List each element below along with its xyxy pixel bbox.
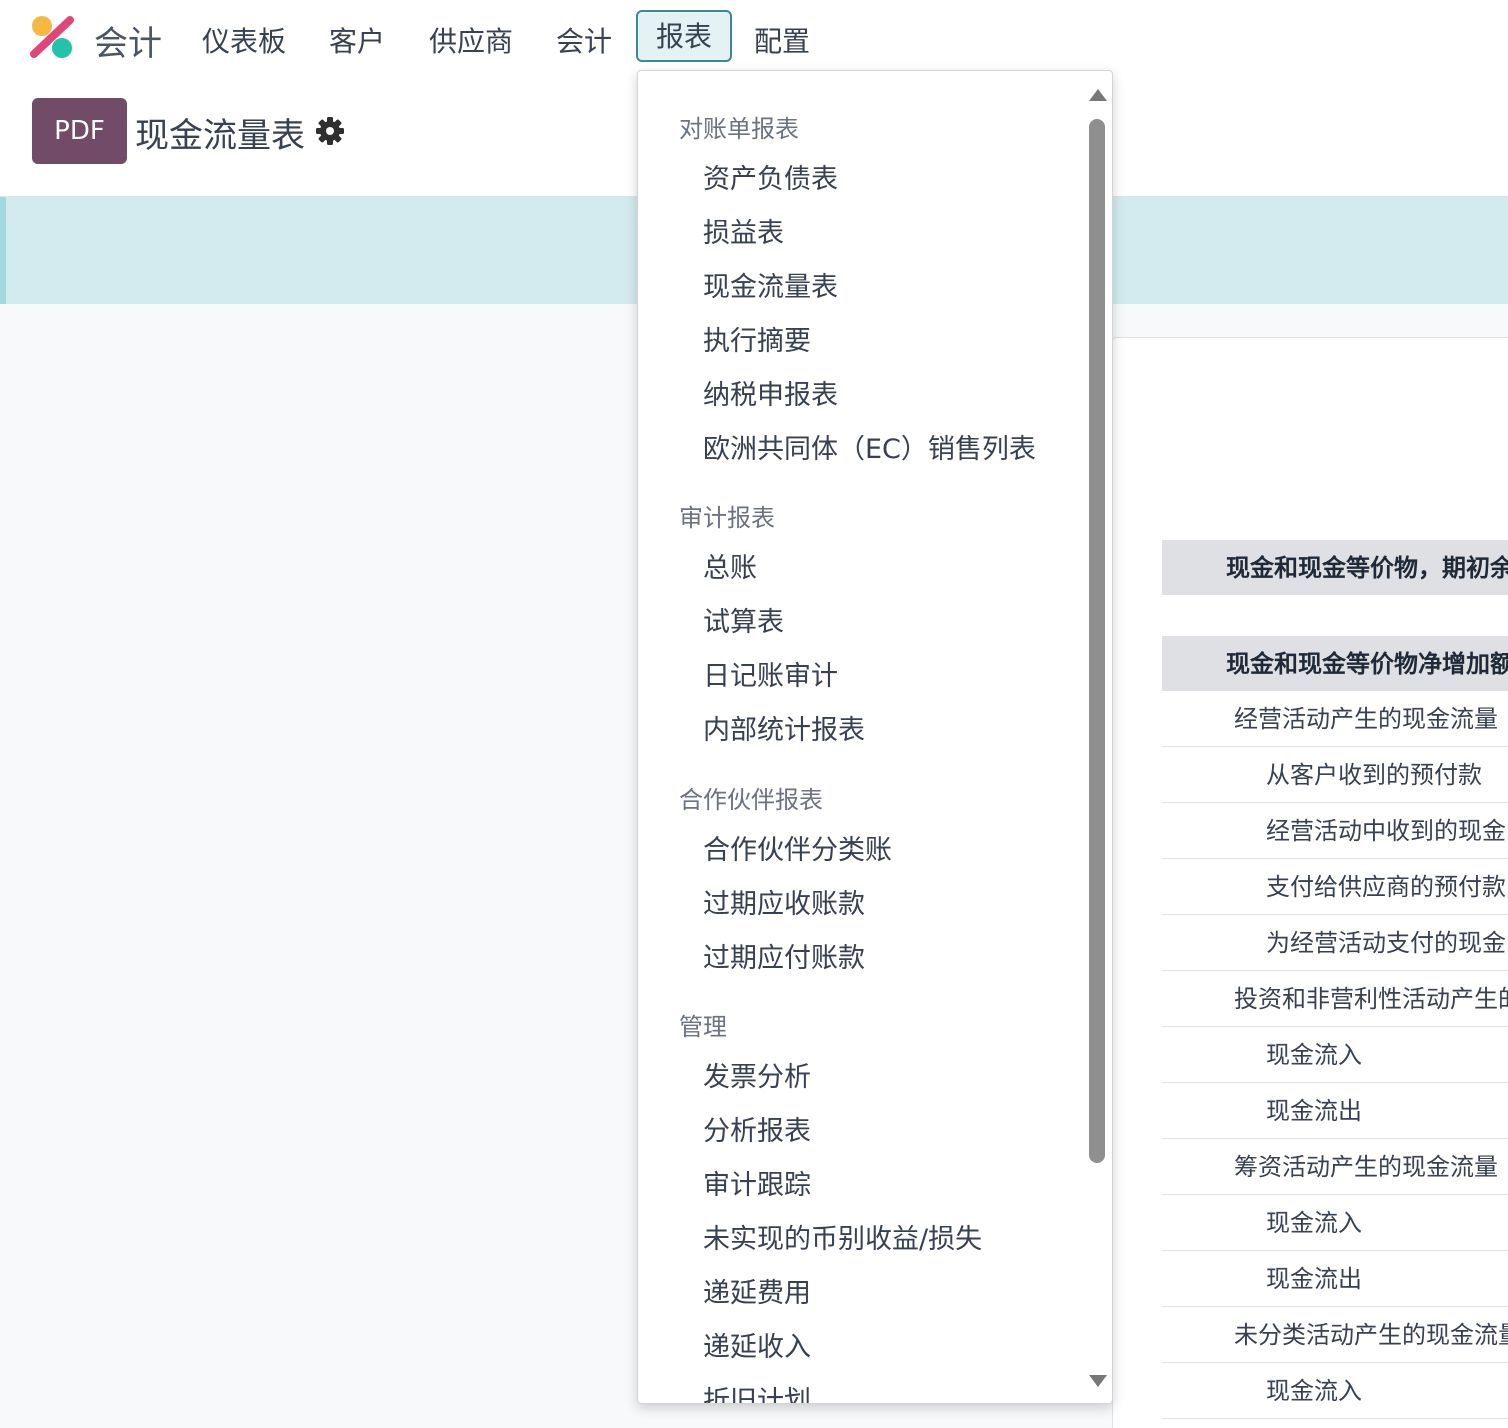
report-row[interactable]: 现金流入	[1162, 1027, 1508, 1083]
report-row-label: 支付给供应商的预付款	[1266, 873, 1506, 901]
report-row-label: 经营活动中收到的现金	[1266, 817, 1506, 845]
menu-dashboard[interactable]: 仪表板	[202, 20, 286, 60]
page-title: 现金流量表	[135, 116, 305, 156]
dropdown-item[interactable]: 过期应付账款	[703, 936, 865, 975]
report-row-label: 未分类活动产生的现金流量	[1234, 1321, 1508, 1349]
scroll-down-arrow-icon[interactable]	[1089, 1375, 1107, 1387]
report-row[interactable]: 经营活动产生的现金流量	[1162, 691, 1508, 747]
dropdown-section-header: 对账单报表	[679, 115, 799, 143]
report-row[interactable]: 现金流出	[1162, 1251, 1508, 1307]
menu-reporting[interactable]: 报表	[636, 10, 733, 62]
report-row-label: 从客户收到的预付款	[1266, 761, 1482, 789]
menu-configuration[interactable]: 配置	[754, 20, 810, 60]
report-row-label: 经营活动产生的现金流量	[1234, 705, 1498, 733]
menu-accounting[interactable]: 会计	[556, 20, 612, 60]
dropdown-item[interactable]: 试算表	[703, 600, 784, 639]
report-row[interactable]: 投资和非营利性活动产生的现金流量	[1162, 971, 1508, 1027]
report-row-label: 现金和现金等价物净增加额	[1226, 650, 1508, 678]
report-row[interactable]: 现金和现金等价物净增加额	[1162, 636, 1508, 691]
report-row-label: 现金流入	[1266, 1041, 1362, 1069]
menu-customers[interactable]: 客户	[329, 20, 385, 60]
report-row-label: 投资和非营利性活动产生的现金流量	[1234, 985, 1508, 1013]
app-name[interactable]: 会计	[94, 16, 162, 65]
gear-icon[interactable]	[316, 117, 344, 145]
dropdown-item[interactable]: 递延收入	[703, 1325, 811, 1364]
report-row-label: 现金流出	[1266, 1265, 1362, 1293]
report-row-label: 现金流入	[1266, 1209, 1362, 1237]
dropdown-item[interactable]: 合作伙伴分类账	[703, 828, 892, 867]
dropdown-item[interactable]: 日记账审计	[703, 654, 838, 693]
report-row[interactable]: 经营活动中收到的现金	[1162, 803, 1508, 859]
dropdown-item[interactable]: 递延费用	[703, 1271, 811, 1310]
dropdown-item[interactable]: 审计跟踪	[703, 1163, 811, 1202]
top-navbar: 会计 仪表板 客户 供应商 会计 报表 配置	[0, 0, 1508, 76]
report-row[interactable]: 未分类活动产生的现金流量	[1162, 1307, 1508, 1363]
report-row-label: 为经营活动支付的现金	[1266, 929, 1506, 957]
scroll-up-arrow-icon[interactable]	[1089, 89, 1107, 101]
dropdown-section-header: 审计报表	[679, 504, 775, 532]
dropdown-item[interactable]: 执行摘要	[703, 319, 811, 358]
dropdown-item[interactable]: 欧洲共同体（EC）销售列表	[703, 427, 1036, 466]
dropdown-item[interactable]: 过期应收账款	[703, 882, 865, 921]
dropdown-item[interactable]: 分析报表	[703, 1109, 811, 1148]
report-row[interactable]: 为经营活动支付的现金	[1162, 915, 1508, 971]
dropdown-section-header: 合作伙伴报表	[679, 786, 823, 814]
dropdown-item[interactable]: 资产负债表	[703, 157, 838, 196]
reporting-dropdown-menu: 对账单报表资产负债表损益表现金流量表执行摘要纳税申报表欧洲共同体（EC）销售列表…	[637, 70, 1113, 1404]
dropdown-scrollbar-thumb[interactable]	[1089, 119, 1105, 1163]
report-row[interactable]: 筹资活动产生的现金流量	[1162, 1139, 1508, 1195]
report-row[interactable]: 现金流入	[1162, 1195, 1508, 1251]
dropdown-item[interactable]: 现金流量表	[703, 265, 838, 304]
dropdown-item[interactable]: 总账	[703, 546, 757, 585]
report-row[interactable]: 从客户收到的预付款	[1162, 747, 1508, 803]
report-row[interactable]: 现金和现金等价物，期初余额	[1162, 540, 1508, 595]
report-row-label: 现金流入	[1266, 1377, 1362, 1405]
cash-flow-report-table: 现金和现金等价物，期初余额 现金和现金等价物净增加额 经营活动产生的现金流量从客户收…	[1162, 540, 1508, 1419]
dropdown-item[interactable]: 发票分析	[703, 1055, 811, 1094]
report-row[interactable]: 现金流出	[1162, 1083, 1508, 1139]
dropdown-item[interactable]: 未实现的币别收益/损失	[703, 1217, 982, 1256]
menu-vendors[interactable]: 供应商	[429, 20, 513, 60]
dropdown-item[interactable]: 内部统计报表	[703, 708, 865, 747]
report-spacer-row	[1162, 595, 1508, 636]
report-row[interactable]: 支付给供应商的预付款	[1162, 859, 1508, 915]
app-logo-icon[interactable]	[28, 14, 76, 60]
dropdown-item[interactable]: 损益表	[703, 211, 784, 250]
report-row-label: 筹资活动产生的现金流量	[1234, 1153, 1498, 1181]
report-row-label: 现金流出	[1266, 1097, 1362, 1125]
pdf-button[interactable]: PDF	[32, 98, 127, 164]
report-row-label: 现金和现金等价物，期初余额	[1226, 554, 1508, 582]
report-row[interactable]: 现金流入	[1162, 1363, 1508, 1419]
dropdown-item[interactable]: 折旧计划	[703, 1379, 811, 1403]
dropdown-item[interactable]: 纳税申报表	[703, 373, 838, 412]
dropdown-section-header: 管理	[679, 1013, 727, 1041]
